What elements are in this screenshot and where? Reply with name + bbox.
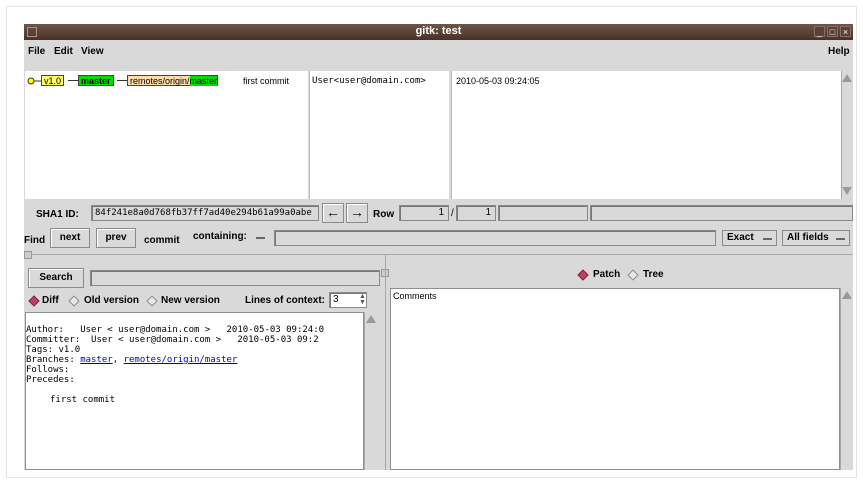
branches-label: Branches:: [26, 355, 75, 365]
exact-dropdown[interactable]: Exact: [722, 230, 777, 246]
patch-label[interactable]: Patch: [593, 269, 620, 280]
spin-arrows-icon[interactable]: ▲ ▼: [359, 293, 366, 306]
vertical-divider[interactable]: [385, 255, 386, 470]
date-pane[interactable]: 2010-05-03 09:24:05: [451, 71, 841, 199]
sha-field[interactable]: 84f241e8a0d768fb37ff7ad40e294b61a99a0abe: [91, 205, 319, 221]
graph-connector: [68, 80, 78, 81]
branches-line: Branches: master, remotes/origin/master: [26, 355, 324, 365]
search-button[interactable]: Search: [28, 268, 84, 288]
window-title: gitk: test: [415, 25, 462, 37]
remote-branch-label[interactable]: remotes/origin/master: [127, 75, 219, 86]
exact-label: Exact: [727, 232, 754, 243]
comments-item[interactable]: Comments: [393, 291, 437, 301]
commit-graph-pane[interactable]: v1.0 master remotes/origin/master first …: [25, 71, 308, 199]
dropdown-icon: [763, 238, 772, 240]
containing-label: containing:: [193, 231, 247, 242]
old-version-radio[interactable]: [68, 295, 80, 307]
horizontal-sash-handle[interactable]: [24, 251, 32, 259]
tree-label[interactable]: Tree: [643, 269, 664, 280]
context-label: Lines of context:: [245, 295, 326, 306]
find-input[interactable]: [274, 230, 716, 246]
file-list-pane[interactable]: Comments: [390, 288, 840, 470]
next-button[interactable]: next: [50, 228, 90, 248]
dropdown-icon: [256, 237, 265, 239]
committer-date: 2010-05-03 09:2: [237, 335, 319, 345]
fields-label: All fields: [787, 232, 829, 243]
menu-file[interactable]: File: [28, 46, 45, 57]
back-arrow-icon[interactable]: ←: [322, 203, 344, 223]
remote-prefix: remotes/origin/: [130, 76, 190, 86]
branch-link-remote[interactable]: remotes/origin/master: [124, 355, 238, 365]
committer-value: User < user@domain.com >: [91, 335, 222, 345]
gitk-window: gitk: test _ □ × File Edit View Help v1.…: [24, 24, 853, 470]
tree-radio[interactable]: [627, 269, 639, 281]
commit-message[interactable]: first commit: [243, 76, 289, 86]
author-date: 2010-05-03 09:24:0: [226, 325, 325, 335]
maximize-icon[interactable]: □: [827, 26, 838, 37]
diff-label[interactable]: Diff: [42, 295, 59, 306]
title-bar: gitk: test _ □ ×: [24, 24, 853, 40]
commit-date[interactable]: 2010-05-03 09:24:05: [456, 76, 540, 86]
patch-radio[interactable]: [577, 269, 589, 281]
row-field[interactable]: 1: [399, 205, 449, 221]
tag-label[interactable]: v1.0: [41, 75, 65, 86]
commit-label: commit: [144, 235, 180, 246]
author-value: User < user@domain.com >: [80, 325, 211, 335]
commit-details-pane[interactable]: Author: User < user@domain.com > 2010-05…: [25, 312, 364, 470]
commit-body: first commit: [50, 395, 116, 405]
remote-branch-name: master: [189, 76, 218, 86]
containing-dropdown[interactable]: containing:: [189, 230, 269, 246]
follows-line: Follows:: [26, 365, 70, 375]
minimize-icon[interactable]: _: [814, 26, 825, 37]
fields-dropdown[interactable]: All fields: [782, 230, 850, 246]
file-list-scrollbar[interactable]: [840, 288, 853, 470]
menu-edit[interactable]: Edit: [54, 46, 73, 57]
menu-help[interactable]: Help: [828, 46, 850, 57]
menu-bar: File Edit View Help: [24, 40, 853, 62]
scroll-up-icon[interactable]: [842, 291, 852, 299]
branch-link-master[interactable]: master: [80, 355, 113, 365]
find-label: Find: [24, 235, 46, 246]
committer-label: Committer:: [26, 335, 81, 345]
author-label: Author:: [26, 325, 64, 335]
row-label: Row: [373, 209, 395, 220]
precedes-line: Precedes:: [26, 375, 75, 385]
graph-scrollbar[interactable]: [841, 71, 853, 199]
graph-connector-2: [117, 80, 127, 81]
new-version-radio[interactable]: [146, 295, 158, 307]
branch-separator: ,: [112, 355, 124, 365]
dropdown-icon: [836, 238, 845, 240]
progress-field: [498, 205, 588, 221]
committer-line: Committer: User < user@domain.com > 2010…: [26, 335, 324, 345]
forward-arrow-icon[interactable]: →: [346, 203, 368, 223]
commit-author[interactable]: User<user@domain.com>: [312, 76, 426, 86]
total-field: 1: [456, 205, 496, 221]
status-field: [590, 205, 853, 221]
sha-label: SHA1 ID:: [36, 209, 79, 220]
old-version-label[interactable]: Old version: [84, 295, 139, 306]
scroll-down-icon[interactable]: [842, 187, 852, 195]
diff-radio[interactable]: [28, 295, 40, 307]
row-separator: /: [451, 208, 454, 219]
head-branch-label[interactable]: master: [78, 75, 114, 86]
author-line: Author: User < user@domain.com > 2010-05…: [26, 325, 324, 335]
details-scrollbar[interactable]: [364, 312, 377, 470]
scroll-up-icon[interactable]: [366, 315, 376, 323]
scroll-up-icon[interactable]: [842, 74, 852, 82]
close-icon[interactable]: ×: [840, 26, 851, 37]
search-input[interactable]: [90, 270, 380, 286]
new-version-label[interactable]: New version: [161, 295, 220, 306]
pane-divider[interactable]: [24, 254, 853, 255]
tags-line: Tags: v1.0: [26, 345, 81, 355]
prev-button[interactable]: prev: [96, 228, 136, 248]
author-pane[interactable]: User<user@domain.com>: [309, 71, 449, 199]
menu-view[interactable]: View: [81, 46, 104, 57]
